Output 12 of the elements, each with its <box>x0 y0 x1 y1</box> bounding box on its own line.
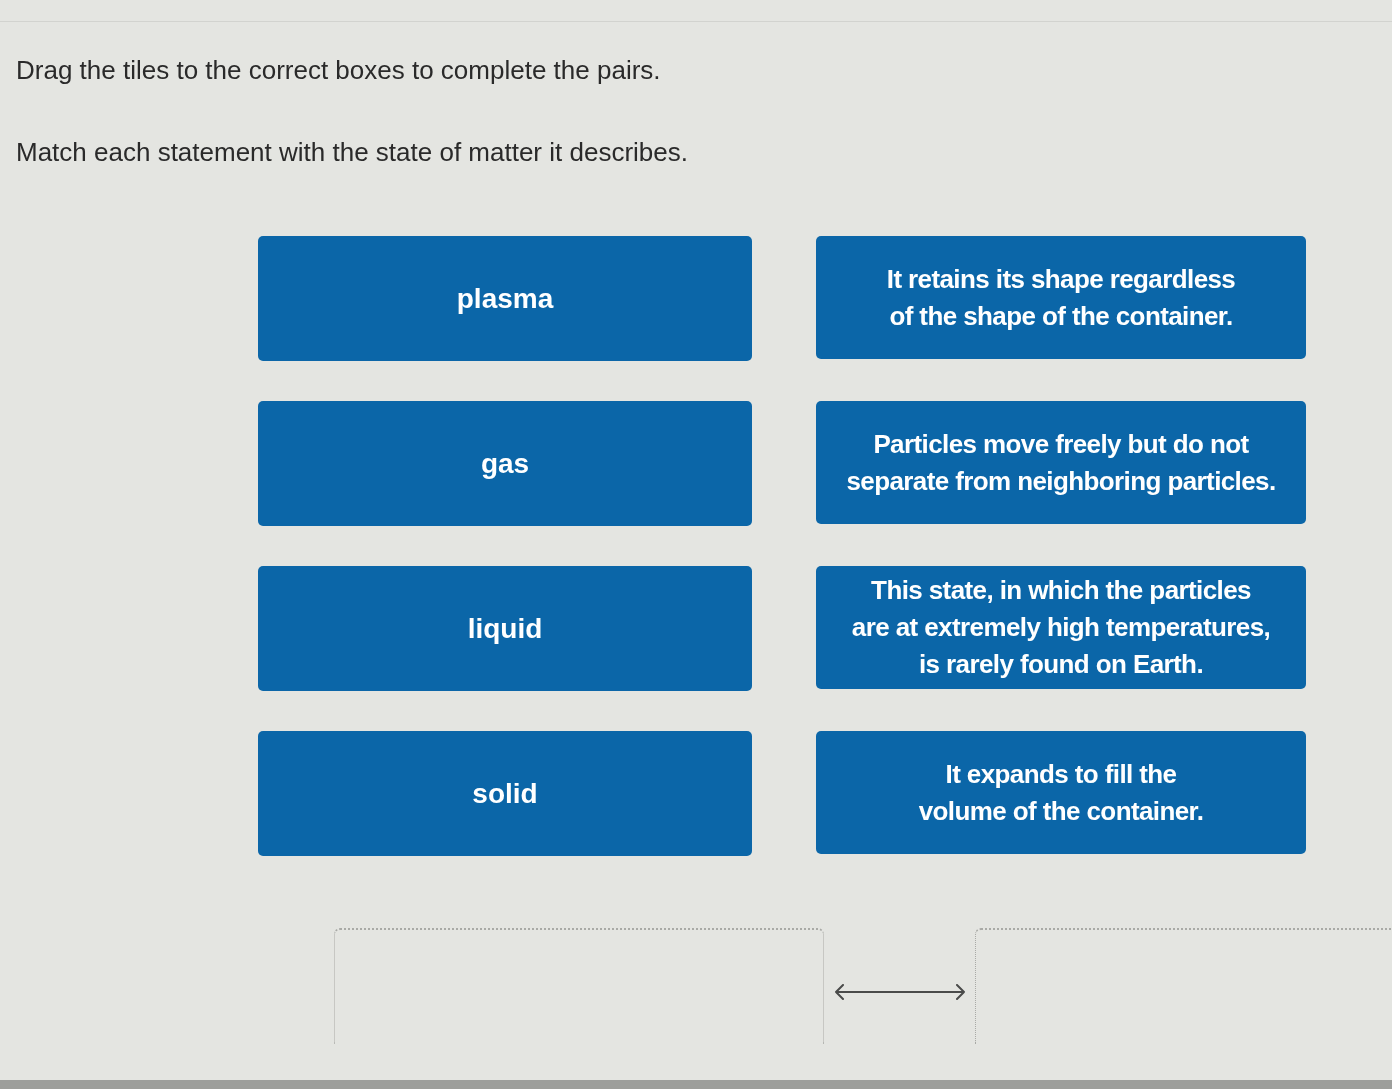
statement-tile[interactable]: This state, in which the particles are at extremely high temperatures, is rarely found on Earth. <box>816 566 1306 689</box>
term-tile[interactable]: plasma <box>258 236 752 361</box>
drop-box[interactable] <box>975 928 1392 1044</box>
instruction-text: Drag the tiles to the correct boxes to complete the pairs. <box>16 54 661 86</box>
instruction-text: Match each statement with the state of matter it describes. <box>16 136 688 168</box>
double-arrow-icon <box>833 984 966 1000</box>
term-tile[interactable]: solid <box>258 731 752 856</box>
term-tile[interactable]: gas <box>258 401 752 526</box>
statement-tile[interactable]: It expands to fill the volume of the container. <box>816 731 1306 854</box>
statement-tile[interactable]: It retains its shape regardless of the shape of the container. <box>816 236 1306 359</box>
term-tile[interactable]: liquid <box>258 566 752 691</box>
statement-tile[interactable]: Particles move freely but do not separate from neighboring particles. <box>816 401 1306 524</box>
